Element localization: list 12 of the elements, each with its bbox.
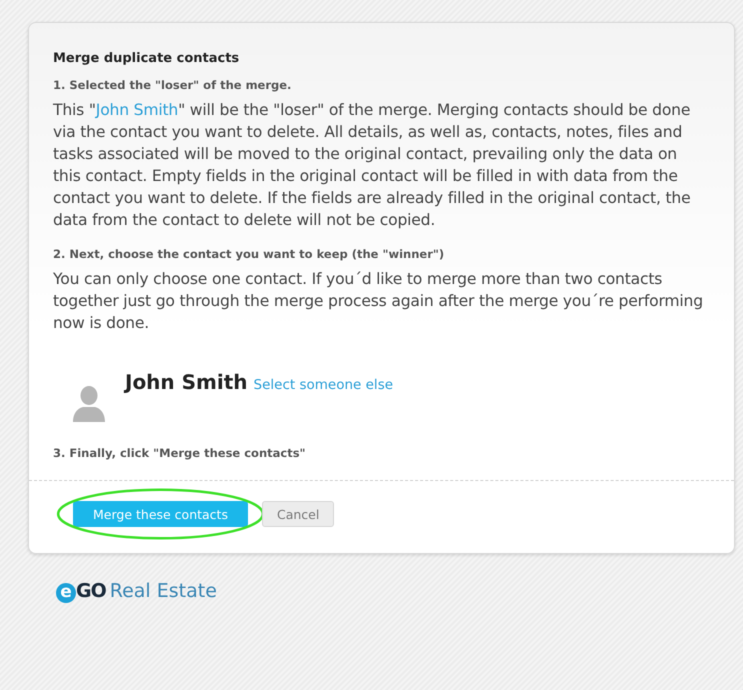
merge-button[interactable]: Merge these contacts [73,501,248,527]
contact-name: John Smith [125,370,248,394]
select-someone-else-link[interactable]: Select someone else [254,377,394,393]
dialog-title: Merge duplicate contacts [53,51,240,66]
instructions-paragraph: You can only choose one contact. If you´d like to merge more than two contacts together just go through the merge process again after the merge you´re performing now is done. [53,269,704,334]
instructions-paragraph: This "John Smith" will be the "loser" of the merge. Merging contacts should be done via the contact you want to delete. All details, as well as, contacts, notes, files and tasks associated will be moved to the original contact, prevailing only the data on this contact. Empty fields in the original contact will be filled in with data from the contact you want to delete. If the fields are already filled in the original contact, the data from the contact to delete will not be copied. [53,100,692,231]
step-heading: 2. Next, choose the contact you want to keep (the "winner") [53,247,446,261]
cancel-button[interactable]: Cancel [262,501,334,527]
step-heading: 1. Selected the "loser" of the merge. [53,78,292,92]
step-heading: 3. Finally, click "Merge these contacts" [53,446,307,460]
contact-link[interactable]: John Smith [96,101,178,119]
brand-logo: e GO Real Estate [28,554,735,602]
